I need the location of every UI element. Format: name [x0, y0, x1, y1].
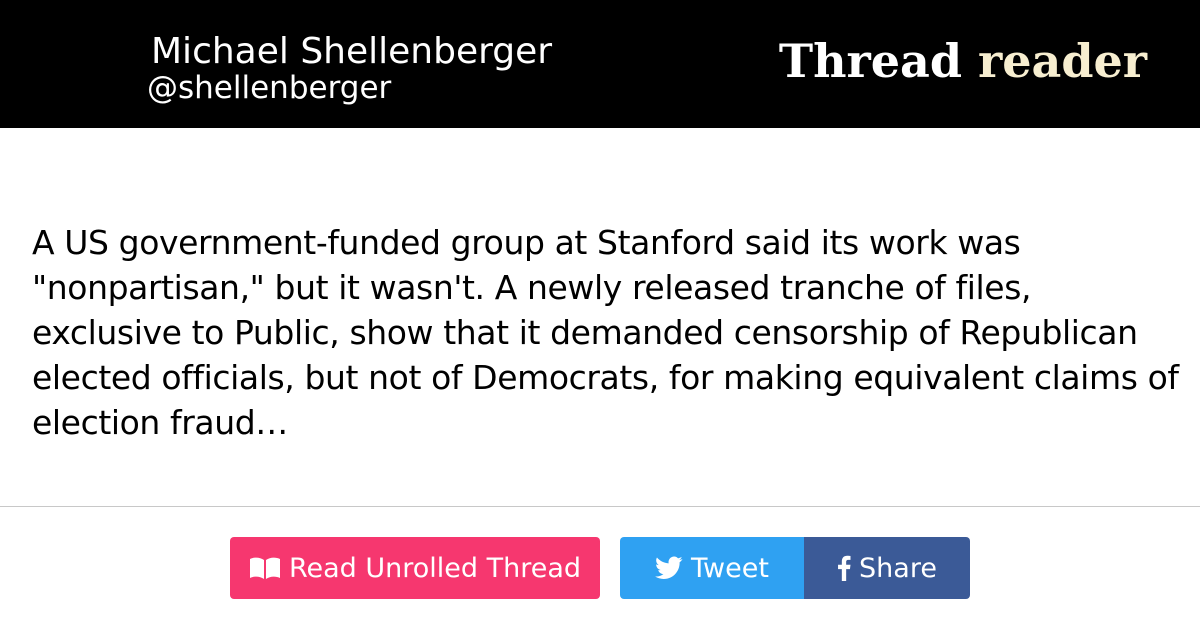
tweet-text: A US government-funded group at Stanford… — [32, 223, 1179, 442]
author-handle: @shellenberger — [147, 70, 392, 106]
author-name: Michael Shellenberger — [151, 31, 553, 72]
facebook-icon — [837, 555, 851, 581]
brand-word-thread: Thread — [778, 34, 962, 88]
tweet-button-label: Tweet — [691, 552, 769, 584]
book-icon — [249, 556, 281, 580]
twitter-bird-icon — [655, 556, 683, 580]
brand-word-reader: reader — [978, 34, 1147, 88]
share-button-label: Share — [859, 552, 937, 584]
brand-logo[interactable]: Thread reader — [779, 34, 1147, 88]
tweet-button[interactable]: Tweet — [620, 537, 804, 599]
facebook-share-button[interactable]: Share — [804, 537, 970, 599]
read-button-label: Read Unrolled Thread — [288, 552, 582, 584]
divider — [0, 506, 1200, 507]
header-bar: Michael Shellenberger @shellenberger Thr… — [0, 0, 1200, 128]
read-unrolled-thread-button[interactable]: Read Unrolled Thread — [230, 537, 600, 599]
